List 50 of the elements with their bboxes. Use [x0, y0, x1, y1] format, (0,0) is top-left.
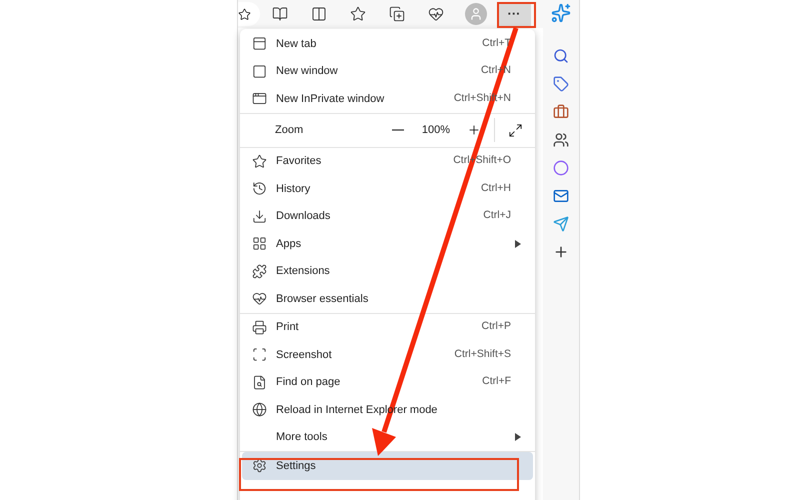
- star-icon: [238, 8, 251, 20]
- health-icon: [428, 6, 444, 22]
- star-icon: [252, 154, 267, 169]
- collections-icon: [388, 6, 404, 22]
- menu-item[interactable]: History Ctrl+H: [242, 175, 533, 202]
- menu-item[interactable]: Extensions: [242, 258, 533, 285]
- shortcut-text: Ctrl+P: [482, 319, 511, 334]
- puzzle-icon: [252, 264, 267, 279]
- briefcase-icon[interactable]: [553, 104, 569, 120]
- menu-item[interactable]: Find on page Ctrl+F: [242, 368, 533, 396]
- printer-icon: [252, 320, 267, 335]
- annotation-box: [497, 2, 536, 28]
- menu-item[interactable]: Apps: [242, 230, 533, 258]
- new-tab-icon: [252, 36, 267, 52]
- mail-icon[interactable]: [553, 188, 569, 204]
- menu-item-label: Zoom: [275, 122, 304, 138]
- shortcut-text: Ctrl+Shift+S: [454, 346, 511, 362]
- tag-icon[interactable]: [553, 76, 569, 92]
- menu-item[interactable]: Screenshot Ctrl+Shift+S: [242, 341, 533, 368]
- menu-item[interactable]: Print Ctrl+P: [242, 314, 533, 341]
- download-icon: [252, 208, 267, 224]
- globe-icon: [252, 402, 267, 418]
- find-icon: [252, 374, 267, 390]
- shortcut-text: Ctrl+J: [483, 208, 511, 224]
- grid-icon: [252, 236, 267, 252]
- shortcut-text: Ctrl+F: [482, 374, 511, 390]
- heart-pulse-icon: [252, 291, 267, 306]
- search-icon[interactable]: [553, 48, 569, 64]
- minus-icon: [392, 129, 404, 131]
- settings-icon: [252, 458, 267, 474]
- menu-item[interactable]: Settings: [242, 452, 533, 480]
- people-icon[interactable]: [553, 132, 569, 148]
- history-icon: [252, 181, 267, 196]
- favorites-icon: [350, 6, 366, 22]
- reader-icon: [272, 6, 288, 22]
- screenshot-icon: [252, 347, 267, 362]
- zoom-value: 100%: [422, 122, 450, 138]
- circle-icon[interactable]: [553, 160, 569, 176]
- menu-item[interactable]: Downloads Ctrl+J: [242, 202, 533, 230]
- add-icon[interactable]: [553, 244, 569, 260]
- menu-item[interactable]: More tools: [242, 424, 533, 451]
- address-bar[interactable]: [238, 2, 260, 26]
- menu-item[interactable]: Browser essentials: [242, 285, 533, 312]
- shortcut-text: Ctrl+H: [480, 180, 511, 196]
- expand-arrows-icon: [508, 122, 522, 138]
- split-screen-icon: [310, 6, 326, 22]
- window-icon: [252, 64, 267, 79]
- plus-icon: [467, 123, 481, 137]
- send-icon[interactable]: [553, 216, 569, 232]
- private-window-icon: [252, 91, 267, 106]
